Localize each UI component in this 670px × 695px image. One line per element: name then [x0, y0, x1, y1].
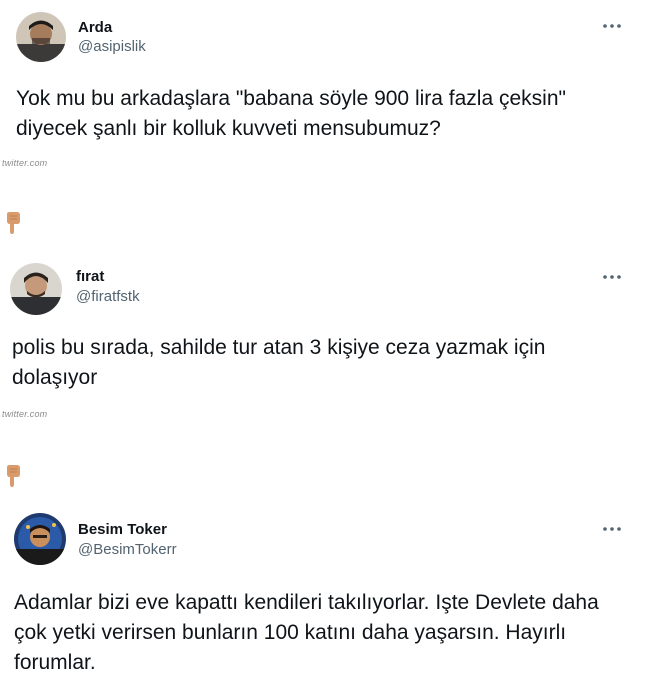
- pointing-down-hand-icon: [4, 212, 22, 234]
- author-handle[interactable]: @BesimTokerr: [78, 541, 177, 558]
- avatar[interactable]: [16, 12, 66, 62]
- source-label: twitter.com: [2, 409, 48, 419]
- tweet-text: Yok mu bu arkadaşlara "babana söyle 900 …: [16, 87, 566, 140]
- tweet-text: polis bu sırada, sahilde tur atan 3 kişi…: [12, 336, 546, 389]
- author-name[interactable]: Besim Toker: [78, 521, 167, 538]
- more-options-icon[interactable]: [600, 523, 624, 535]
- author-name[interactable]: fırat: [76, 268, 104, 285]
- author-handle[interactable]: @firatfstk: [76, 288, 140, 305]
- tweet-text: Adamlar bizi eve kapattı kendileri takıl…: [14, 591, 599, 674]
- tweet-card: Besim Toker @BesimTokerr Adamlar bizi ev…: [0, 505, 670, 695]
- more-options-icon[interactable]: [600, 271, 624, 283]
- tweet-card: fırat @firatfstk polis bu sırada, sahild…: [0, 255, 670, 430]
- author-name[interactable]: Arda: [78, 19, 112, 36]
- tweet-card: Arda @asipislik Yok mu bu arkadaşlara "b…: [0, 0, 670, 175]
- author-handle[interactable]: @asipislik: [78, 38, 146, 55]
- avatar[interactable]: [14, 513, 66, 565]
- avatar[interactable]: [10, 263, 62, 315]
- more-options-icon[interactable]: [600, 20, 624, 32]
- source-label: twitter.com: [2, 158, 48, 168]
- pointing-down-hand-icon: [4, 465, 22, 487]
